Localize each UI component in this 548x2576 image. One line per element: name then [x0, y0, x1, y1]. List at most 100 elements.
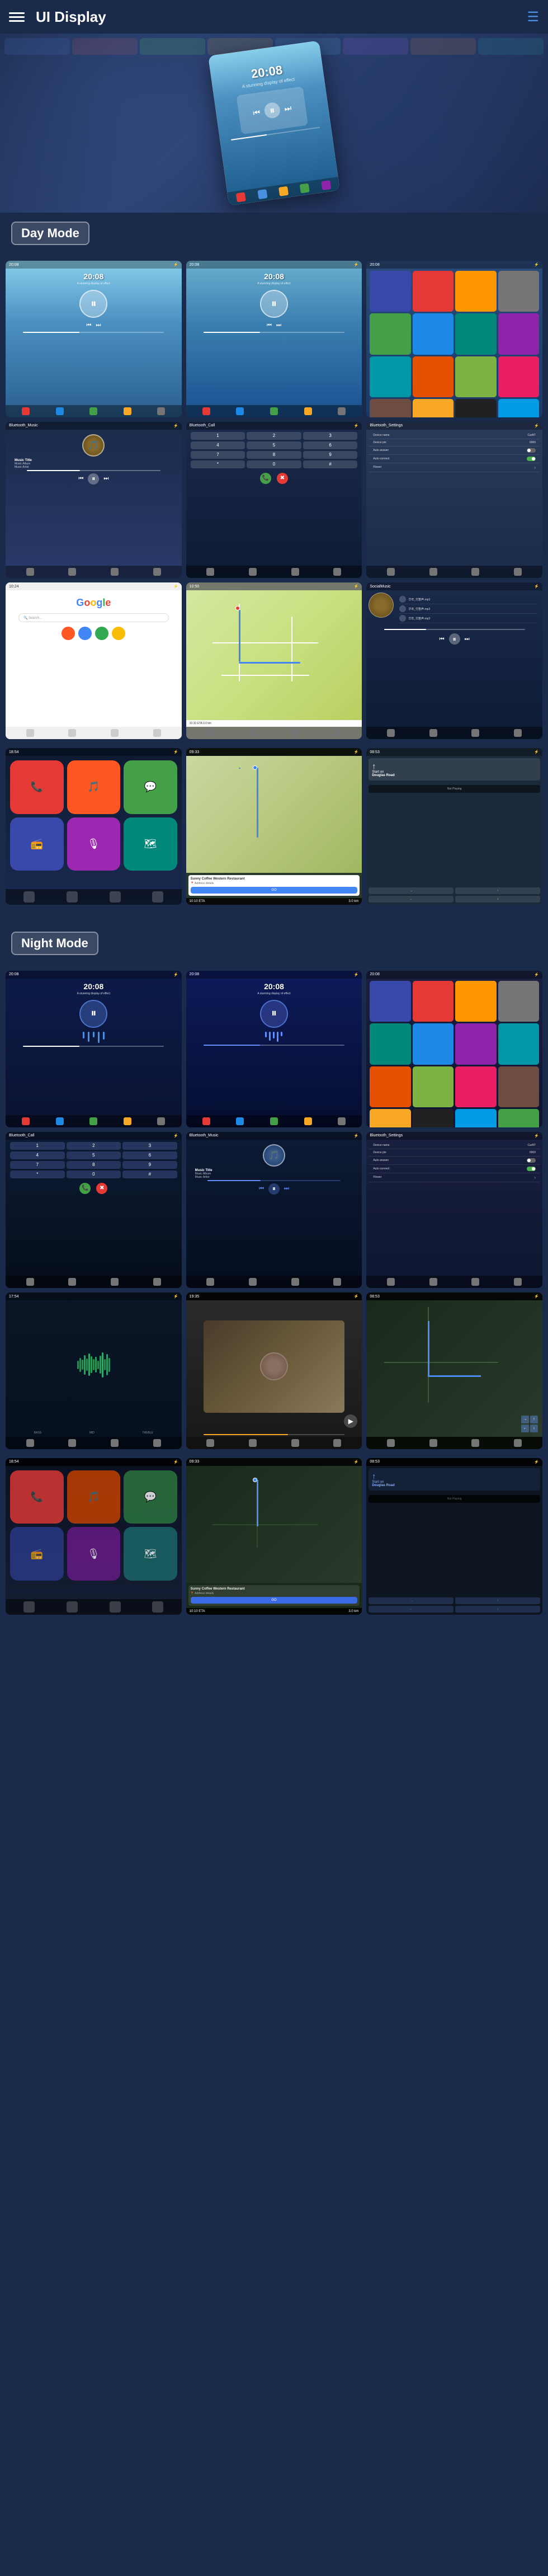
night-status-2: 20:08⚡ [186, 971, 362, 979]
day-mode-section: Day Mode [0, 213, 548, 261]
status-bar-3: 20:08⚡ [366, 261, 542, 269]
night-bt-controls: ⏮ ⏸ ⏭ [191, 1183, 358, 1195]
night-flower-row: Flower › [369, 1173, 540, 1182]
status-bar-direction: 08:53⚡ [366, 748, 542, 756]
night-nav-route-mini: 09:33⚡ Sunny Coffee Western Restaurant 📍… [186, 1458, 362, 1615]
day-bt-call-screen: Bluetooth_Call⚡ 1 2 3 4 5 6 7 8 9 * 0 # … [186, 422, 362, 579]
header-left: UI Display [9, 7, 106, 27]
social-item-2: 华年_付笛声.mp3 [399, 604, 537, 614]
mini-time-1: 20:08 [6, 272, 182, 281]
google-screen: 10:24⚡ Google 🔍 Search... [6, 582, 182, 739]
night-bt-music-mini: Bluetooth_Music⚡ 🎵 Music Title Music Alb… [186, 1132, 362, 1289]
food-bottom [186, 1437, 362, 1449]
music-artist-day: Music Artist [15, 466, 173, 469]
day-music-2-screen: 20:08⚡ 20:08 A stunning display of effec… [186, 261, 362, 417]
night-music-2-mini: 20:08⚡ 20:08 A stunning display of effec… [186, 971, 362, 1127]
night-waveform-status: 17:54⚡ [6, 1292, 182, 1300]
night-auto-connect-toggle[interactable] [527, 1167, 536, 1171]
day-bt-settings-mini: Bluetooth_Settings⚡ Device name CarBT De… [366, 422, 542, 579]
day-music-screen-1: 20:08⚡ 20:08 A stunning display of effec… [6, 261, 182, 417]
menu-icon[interactable] [9, 7, 29, 27]
night-dialpad: 1 2 3 4 5 6 7 8 9 * 0 # [6, 1140, 182, 1181]
social-music-screen: SocialMusic⚡ 华年_付笛声.mp3 华年_付笛声.mp3 华年_ [366, 582, 542, 739]
device-player: ⏮ ⏸ ⏭ [237, 86, 309, 134]
social-song-list: 华年_付笛声.mp3 华年_付笛声.mp3 华年_付笛声.mp3 [396, 593, 540, 626]
night-music-screen-1: 20:08⚡ 20:08 A stunning display of effec… [6, 971, 182, 1127]
auto-answer-toggle[interactable] [527, 448, 536, 453]
night-direction-status: 08:53⚡ [366, 1458, 542, 1466]
night-progress-1 [23, 1046, 164, 1047]
carplay-nav-mini: 09:33⚡ Sunny Coffee Western Restaurant 📍… [186, 748, 362, 905]
day-bt-call-mini: Bluetooth_Call⚡ 1 2 3 4 5 6 7 8 9 * 0 # … [186, 422, 362, 579]
night-bt-call-mini: Bluetooth_Call⚡ 1 2 3 4 5 6 7 8 9 * 0 # … [6, 1132, 182, 1289]
night-music-bottom [186, 1276, 362, 1288]
bt-controls-day: ⏮ ⏸ ⏭ [10, 473, 177, 485]
night-apps-screen: 20:08⚡ [366, 971, 542, 1127]
night-status-4: Bluetooth_Call⚡ [6, 1132, 182, 1140]
map-bottom-bar [186, 727, 362, 739]
night-progress-2 [204, 1045, 344, 1046]
music-info-day: Music Title Music Album Music Artist [10, 459, 177, 469]
dialpad-day: 1 2 3 4 5 6 7 8 9 * 0 # [186, 430, 362, 471]
night-bottom-2 [186, 1115, 362, 1127]
night-music-screen-2: 20:08⚡ 20:08 A stunning display of effec… [186, 971, 362, 1127]
night-status-6: Bluetooth_Settings⚡ [366, 1132, 542, 1140]
google-search-bar[interactable]: 🔍 Search... [18, 613, 169, 622]
player-controls-2: ⏮ ⏭ [186, 322, 362, 328]
waveform-bottom [6, 1437, 182, 1449]
night-bt-progress [207, 1180, 341, 1181]
google-shortcuts [62, 627, 125, 640]
bt-progress-day [27, 470, 160, 471]
carplay-apps-screen: 18:54⚡ 📞 🎵 💬 📻 🎙 🗺 [6, 748, 182, 905]
google-logo: Google [76, 597, 111, 609]
map-screen: 10:50⚡ 10:10 ETA 3.0 km [186, 582, 362, 739]
day-apps-screen: 20:08⚡ [366, 261, 542, 417]
bottom-bar-5 [186, 566, 362, 578]
mini-time-2: 20:08 [186, 272, 362, 281]
night-food-mini: 19:35⚡ ▶ [186, 1292, 362, 1449]
google-mini-screen: 10:24⚡ Google 🔍 Search... [6, 582, 182, 739]
bottom-bar-2 [186, 405, 362, 417]
social-progress [384, 629, 525, 630]
nav-icon[interactable]: ☰ [527, 9, 539, 25]
status-bar-carplay: 18:54⚡ [6, 748, 182, 756]
night-apps-grid [366, 979, 542, 1127]
social-item-1: 华年_付笛声.mp3 [399, 595, 537, 604]
status-bar-4: Bluetooth_Music⚡ [6, 422, 182, 430]
night-eta-bar: 10:10 ETA 3.0 km [186, 1608, 362, 1615]
night-food-status: 19:35⚡ [186, 1292, 362, 1300]
go-button[interactable]: GO [191, 887, 358, 894]
day-apps-mini-screen: 20:08⚡ [366, 261, 542, 417]
status-bar-6: Bluetooth_Settings⚡ [366, 422, 542, 430]
day-bt-music-mini: Bluetooth_Music⚡ 🎵 Music Title Music Alb… [6, 422, 182, 579]
night-screenshots-grid: 20:08⚡ 20:08 A stunning display of effec… [0, 971, 548, 1458]
night-carplay-grid: 18:54⚡ 📞 🎵 💬 📻 🎙 🗺 09:33⚡ [0, 1458, 548, 1624]
page-title: UI Display [36, 8, 106, 26]
carplay-bottom-nav [6, 889, 182, 905]
night-apps-mini: 20:08⚡ [366, 971, 542, 1127]
night-nav-status: 08:53⚡ [366, 1292, 542, 1300]
status-bar-2: 20:08⚡ [186, 261, 362, 269]
day-bt-settings-screen: Bluetooth_Settings⚡ Device name CarBT De… [366, 422, 542, 579]
bottom-bar-6 [366, 566, 542, 578]
social-item-3: 华年_付笛声.mp3 [399, 614, 537, 623]
day-bt-music-screen: Bluetooth_Music⚡ 🎵 Music Title Music Alb… [6, 422, 182, 579]
auto-connect-toggle[interactable] [527, 457, 536, 461]
social-controls: ⏮ ⏸ ⏭ [366, 633, 542, 645]
night-album-art: 🎵 [263, 1144, 285, 1167]
flower-row: Flower › [369, 463, 540, 472]
player-controls-1: ⏮ ⏭ [6, 322, 182, 328]
night-go-button[interactable]: GO [191, 1597, 358, 1604]
carplay-apps-mini: 18:54⚡ 📞 🎵 💬 📻 🎙 🗺 [6, 748, 182, 905]
night-bt-settings-screen: Bluetooth_Settings⚡ Device name CarBT De… [366, 1132, 542, 1289]
auto-answer-row: Auto answer [369, 446, 540, 455]
night-bt-call-screen: Bluetooth_Call⚡ 1 2 3 4 5 6 7 8 9 * 0 # … [6, 1132, 182, 1289]
night-subtitle-1: A stunning display of effect [6, 992, 182, 995]
day-mode-badge: Day Mode [11, 222, 89, 245]
night-auto-answer-toggle[interactable] [527, 1158, 536, 1163]
apps-grid-day [366, 269, 542, 417]
night-mode-badge: Night Mode [11, 932, 98, 955]
night-device-name-row: Device name CarBT [369, 1142, 540, 1149]
night-bt-settings-mini: Bluetooth_Settings⚡ Device name CarBT De… [366, 1132, 542, 1289]
night-waveform-mini: 17:54⚡ BASSMIDTREBLE [6, 1292, 182, 1449]
